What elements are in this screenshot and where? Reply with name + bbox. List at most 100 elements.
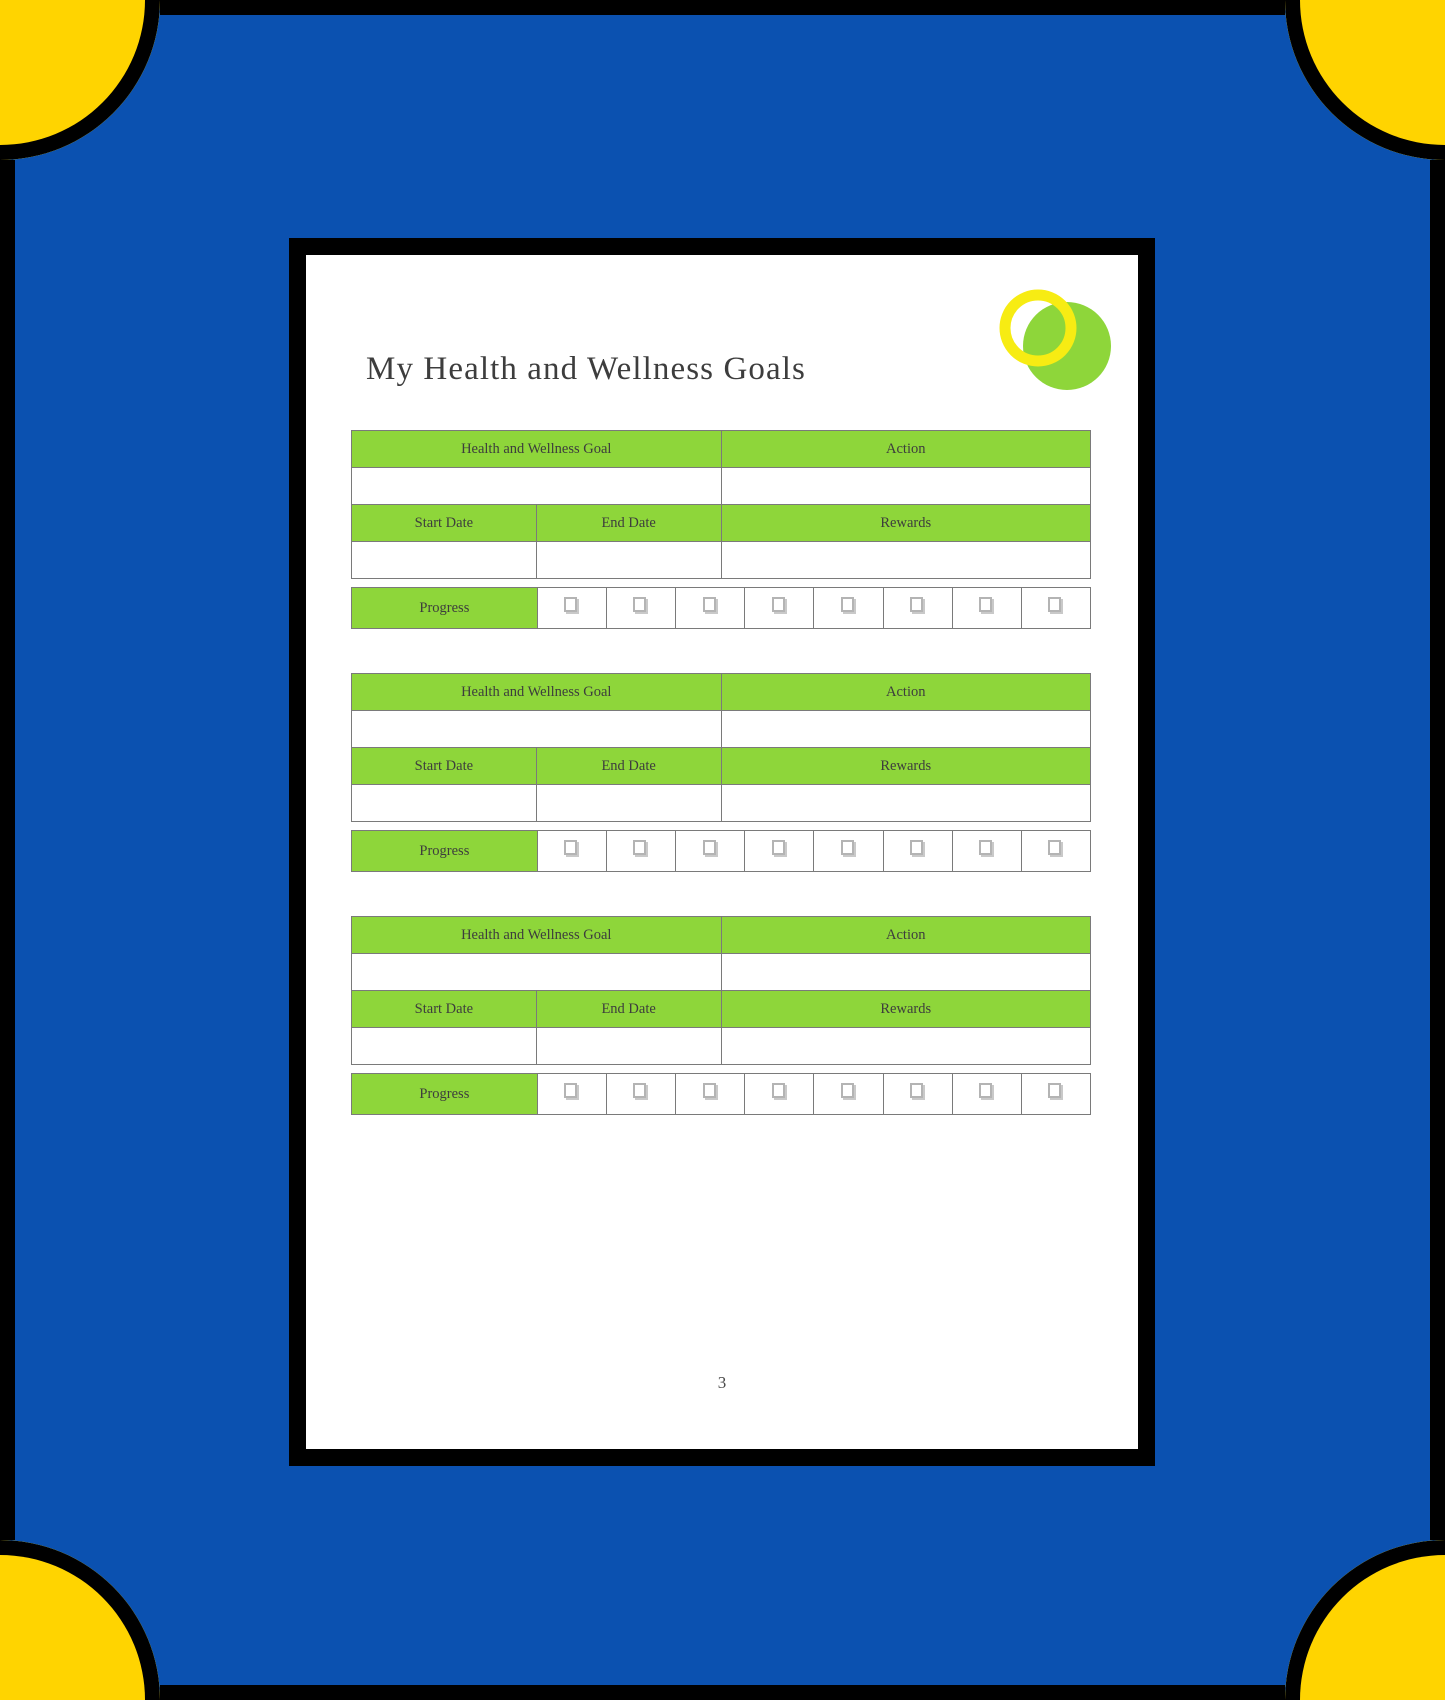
progress-checkbox-cell-8[interactable]	[1020, 830, 1092, 872]
checkbox-icon[interactable]	[1048, 840, 1064, 857]
progress-checkbox-cell-3[interactable]	[675, 1073, 746, 1115]
input-cell-end-date[interactable]	[535, 784, 722, 822]
table-row-dates-rewards-inputs	[351, 541, 1091, 579]
goal-block-1: Health and Wellness Goal Action Start Da…	[351, 430, 1092, 629]
checkbox-icon[interactable]	[564, 1083, 580, 1100]
checkbox-icon[interactable]	[633, 1083, 649, 1100]
input-cell-start-date[interactable]	[351, 541, 537, 579]
checkbox-icon[interactable]	[840, 840, 856, 857]
input-cell-rewards[interactable]	[720, 1027, 1091, 1065]
input-cell-goal[interactable]	[351, 953, 722, 991]
input-cell-rewards[interactable]	[720, 784, 1091, 822]
checkbox-icon[interactable]	[564, 597, 580, 614]
corner-decoration-top-right	[1285, 0, 1445, 160]
table-row-header-goal-action: Health and Wellness Goal Action	[351, 430, 1091, 468]
corner-decoration-bottom-left	[0, 1540, 160, 1700]
header-cell-goal: Health and Wellness Goal	[351, 916, 722, 954]
checkbox-icon[interactable]	[979, 840, 995, 857]
progress-checkbox-cell-3[interactable]	[675, 587, 746, 629]
input-cell-start-date[interactable]	[351, 1027, 537, 1065]
header-cell-action: Action	[720, 916, 1091, 954]
progress-checkbox-cell-2[interactable]	[605, 830, 677, 872]
progress-checkbox-cell-7[interactable]	[951, 830, 1022, 872]
input-cell-action[interactable]	[720, 710, 1091, 748]
checkbox-icon[interactable]	[840, 597, 856, 614]
checkbox-icon[interactable]	[910, 840, 926, 857]
progress-checkbox-cell-5[interactable]	[813, 587, 884, 629]
progress-checkbox-cell-7[interactable]	[951, 1073, 1022, 1115]
progress-checkbox-cell-4[interactable]	[744, 1073, 815, 1115]
input-cell-action[interactable]	[720, 953, 1091, 991]
checkbox-icon[interactable]	[979, 1083, 995, 1100]
input-cell-end-date[interactable]	[535, 541, 722, 579]
header-cell-rewards: Rewards	[720, 747, 1091, 785]
checkbox-icon[interactable]	[702, 1083, 718, 1100]
progress-checkbox-cell-8[interactable]	[1020, 1073, 1092, 1115]
header-cell-goal: Health and Wellness Goal	[351, 430, 722, 468]
checkbox-icon[interactable]	[979, 597, 995, 614]
checkbox-icon[interactable]	[910, 597, 926, 614]
checkbox-icon[interactable]	[1048, 597, 1064, 614]
table-row-header-goal-action: Health and Wellness Goal Action	[351, 673, 1091, 711]
progress-checkbox-cell-3[interactable]	[675, 830, 746, 872]
checkbox-icon[interactable]	[840, 1083, 856, 1100]
header-cell-start-date: Start Date	[351, 747, 537, 785]
checkbox-icon[interactable]	[771, 1083, 787, 1100]
goal-table-1: Health and Wellness Goal Action Start Da…	[351, 430, 1091, 579]
page-frame: My Health and Wellness Goals Health and …	[289, 238, 1155, 1466]
checkbox-icon[interactable]	[633, 597, 649, 614]
table-row-progress: Progress	[351, 1073, 1092, 1115]
input-cell-end-date[interactable]	[535, 1027, 722, 1065]
header-cell-goal: Health and Wellness Goal	[351, 673, 722, 711]
checkbox-icon[interactable]	[702, 597, 718, 614]
progress-table-3: Progress	[351, 1073, 1092, 1115]
progress-checkbox-cell-6[interactable]	[882, 1073, 953, 1115]
progress-checkbox-cell-2[interactable]	[605, 587, 677, 629]
checkbox-icon[interactable]	[1048, 1083, 1064, 1100]
progress-checkbox-cell-4[interactable]	[744, 587, 815, 629]
page-number: 3	[717, 1373, 727, 1392]
progress-checkbox-cell-1[interactable]	[536, 587, 607, 629]
header-cell-rewards: Rewards	[720, 990, 1091, 1028]
progress-checkbox-cell-4[interactable]	[744, 830, 815, 872]
progress-checkbox-cell-6[interactable]	[882, 830, 953, 872]
header-cell-start-date: Start Date	[351, 504, 537, 542]
progress-checkbox-cell-5[interactable]	[813, 830, 884, 872]
table-row-goal-action-inputs	[351, 953, 1091, 991]
checkbox-icon[interactable]	[702, 840, 718, 857]
goal-blocks-container: Health and Wellness Goal Action Start Da…	[351, 430, 1092, 1115]
progress-checkbox-cell-7[interactable]	[951, 587, 1022, 629]
input-cell-goal[interactable]	[351, 710, 722, 748]
progress-label: Progress	[351, 830, 538, 872]
checkbox-icon[interactable]	[910, 1083, 926, 1100]
progress-checkbox-cell-1[interactable]	[536, 1073, 607, 1115]
goal-table-3: Health and Wellness Goal Action Start Da…	[351, 916, 1091, 1065]
brand-logo	[980, 278, 1115, 398]
edge-black-bottom	[160, 1685, 1285, 1700]
progress-checkbox-cell-8[interactable]	[1020, 587, 1092, 629]
progress-checkbox-cell-6[interactable]	[882, 587, 953, 629]
checkbox-icon[interactable]	[633, 840, 649, 857]
progress-checkbox-cell-5[interactable]	[813, 1073, 884, 1115]
table-row-dates-rewards-inputs	[351, 1027, 1091, 1065]
progress-label: Progress	[351, 587, 538, 629]
input-cell-action[interactable]	[720, 467, 1091, 505]
progress-checkbox-cell-2[interactable]	[605, 1073, 677, 1115]
progress-checkbox-cell-1[interactable]	[536, 830, 607, 872]
progress-label: Progress	[351, 1073, 538, 1115]
corner-decoration-top-left	[0, 0, 160, 160]
edge-black-left	[0, 160, 15, 1540]
edge-black-right	[1430, 160, 1445, 1540]
table-row-dates-rewards-inputs	[351, 784, 1091, 822]
input-cell-start-date[interactable]	[351, 784, 537, 822]
input-cell-rewards[interactable]	[720, 541, 1091, 579]
input-cell-goal[interactable]	[351, 467, 722, 505]
goal-block-3: Health and Wellness Goal Action Start Da…	[351, 916, 1092, 1115]
checkbox-icon[interactable]	[771, 597, 787, 614]
checkbox-icon[interactable]	[564, 840, 580, 857]
goal-table-2: Health and Wellness Goal Action Start Da…	[351, 673, 1091, 822]
progress-table-1: Progress	[351, 587, 1092, 629]
table-row-goal-action-inputs	[351, 467, 1091, 505]
header-cell-start-date: Start Date	[351, 990, 537, 1028]
checkbox-icon[interactable]	[771, 840, 787, 857]
